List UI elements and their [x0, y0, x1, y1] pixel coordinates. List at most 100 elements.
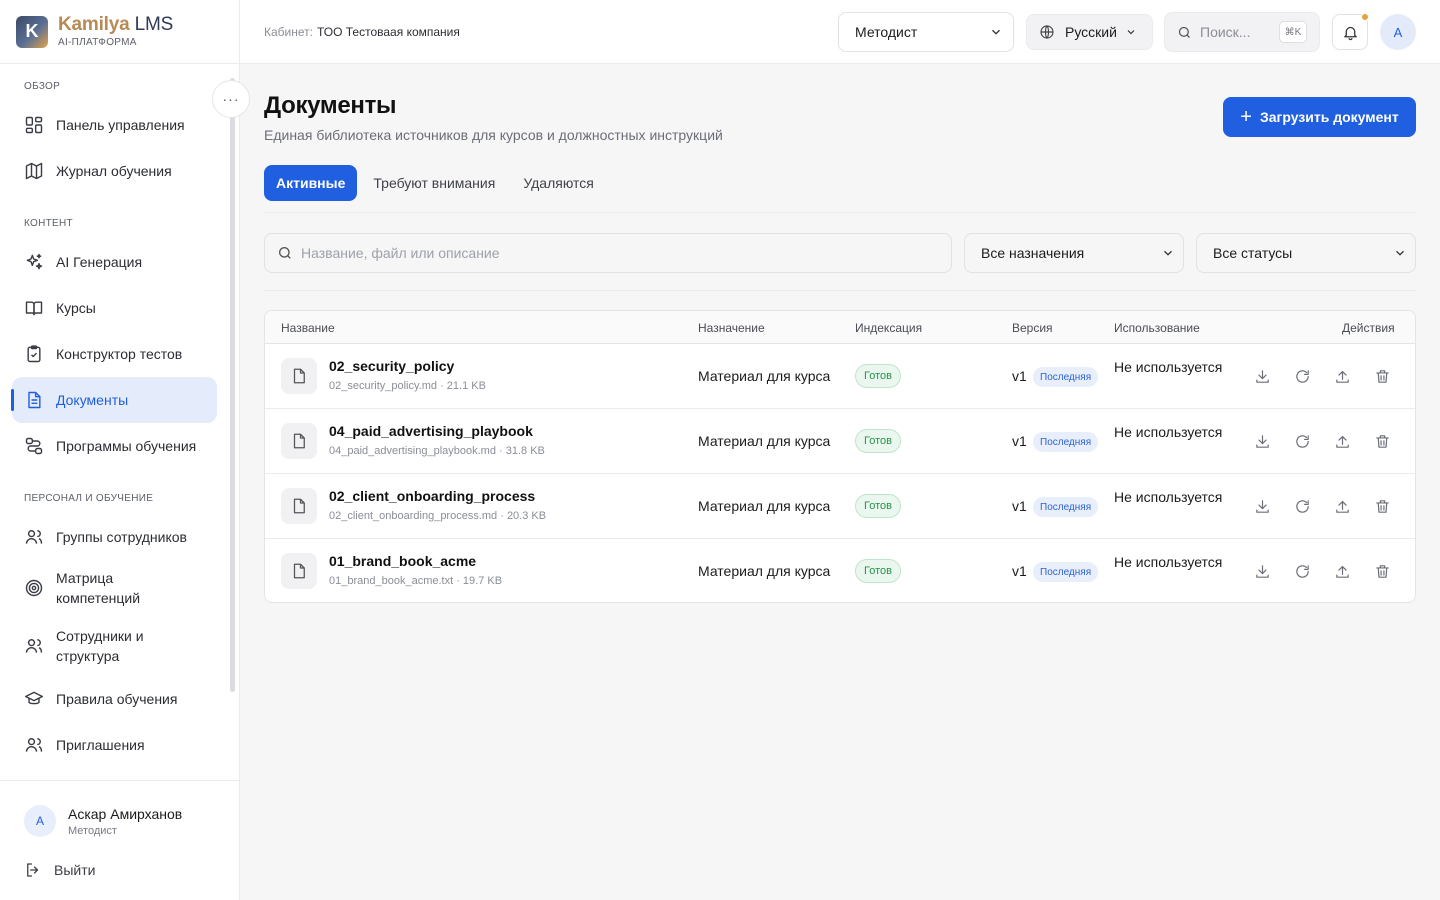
document-version: v1: [1012, 368, 1027, 384]
download-button[interactable]: [1252, 561, 1272, 581]
language-button[interactable]: Русский: [1026, 14, 1153, 50]
table-row[interactable]: 04_paid_advertising_playbook 04_paid_adve…: [265, 409, 1415, 474]
sidebar-item-invitations[interactable]: Приглашения: [12, 722, 217, 768]
sidebar-item-label: Правила обучения: [56, 691, 178, 707]
document-search-input[interactable]: [301, 245, 901, 261]
document-version: v1: [1012, 433, 1027, 449]
plus-icon: +: [1240, 106, 1252, 128]
graduation-cap-icon: [24, 691, 44, 705]
sidebar-item-test-builder[interactable]: Конструктор тестов: [12, 331, 217, 377]
chevron-down-icon: [1127, 30, 1135, 35]
document-icon: [28, 391, 41, 409]
sidebar-item-journal[interactable]: Журнал обучения: [12, 148, 217, 194]
logout-label: Выйти: [54, 862, 96, 878]
section-label-staff: Персонал и обучение: [24, 493, 154, 504]
upload-version-button[interactable]: [1332, 496, 1352, 516]
document-name[interactable]: 04_paid_advertising_playbook: [329, 423, 533, 439]
download-button[interactable]: [1252, 366, 1272, 386]
sidebar-item-programs[interactable]: Программы обучения: [12, 423, 217, 469]
globe-icon: [1040, 25, 1054, 39]
global-search[interactable]: Поиск... ⌘K: [1164, 12, 1320, 52]
search-shortcut: ⌘K: [1279, 21, 1307, 43]
sidebar-item-employees-structure[interactable]: Сотрудники и структура: [12, 621, 217, 671]
sidebar-item-documents[interactable]: Документы: [11, 377, 217, 423]
document-meta: 04_paid_advertising_playbook.md · 31.8 K…: [329, 445, 545, 457]
chevron-down-icon: [1164, 250, 1172, 256]
sidebar-item-employee-groups[interactable]: Группы сотрудников: [12, 514, 217, 560]
chevron-down-icon: [992, 29, 1000, 35]
user-profile[interactable]: А Аскар Амирханов Методист: [24, 805, 182, 837]
avatar[interactable]: А: [1380, 14, 1416, 50]
tab-needs-attention[interactable]: Требуют внимания: [361, 165, 507, 201]
map-icon: [25, 162, 43, 180]
upload-document-button[interactable]: + Загрузить документ: [1223, 97, 1416, 137]
file-icon: [281, 488, 317, 524]
sidebar-item-learning-rules[interactable]: Правила обучения: [12, 676, 217, 722]
document-meta: 01_brand_book_acme.txt · 19.7 KB: [329, 575, 503, 587]
tab-active[interactable]: Активные: [264, 165, 358, 201]
purpose-filter-select[interactable]: Все назначения: [964, 233, 1184, 273]
column-header-purpose[interactable]: Назначение: [698, 321, 765, 335]
reindex-button[interactable]: [1292, 366, 1312, 386]
column-header-name[interactable]: Название: [281, 321, 335, 335]
notification-dot: [1361, 13, 1369, 21]
clipboard-check-icon: [27, 345, 41, 363]
download-button[interactable]: [1252, 496, 1272, 516]
delete-button[interactable]: [1372, 496, 1392, 516]
sidebar-item-label: Документы: [56, 392, 129, 408]
tab-deleting[interactable]: Удаляются: [511, 165, 606, 201]
upload-version-button[interactable]: [1332, 431, 1352, 451]
upload-version-button[interactable]: [1332, 561, 1352, 581]
document-name[interactable]: 02_client_onboarding_process: [329, 488, 535, 504]
upload-version-button[interactable]: [1332, 366, 1352, 386]
user-role: Методист: [68, 824, 117, 837]
brand[interactable]: K Kamilya LMS AI-ПЛАТФОРМА: [0, 0, 239, 64]
document-tabs: Активные Требуют внимания Удаляются: [264, 165, 610, 201]
sidebar-item-label: Приглашения: [56, 737, 145, 753]
sidebar-item-label: Конструктор тестов: [56, 346, 183, 362]
sidebar-scrollbar[interactable]: [230, 78, 235, 692]
sidebar-item-dashboard[interactable]: Панель управления: [12, 102, 217, 148]
status-badge: Готов: [855, 559, 901, 583]
reindex-button[interactable]: [1292, 561, 1312, 581]
column-header-version[interactable]: Версия: [1012, 321, 1053, 335]
column-header-indexing[interactable]: Индексация: [855, 321, 922, 335]
download-button[interactable]: [1252, 431, 1272, 451]
document-usage: Не используется: [1114, 424, 1223, 440]
document-name[interactable]: 02_security_policy: [329, 358, 454, 374]
logout-icon: [27, 863, 39, 877]
column-header-actions: Действия: [1342, 321, 1395, 335]
refresh-icon: [1295, 434, 1309, 448]
avatar: А: [24, 805, 56, 837]
sidebar-item-competency-matrix[interactable]: Матрица компетенций: [12, 563, 217, 613]
document-name[interactable]: 01_brand_book_acme: [329, 553, 476, 569]
column-header-usage[interactable]: Использование: [1114, 321, 1200, 335]
delete-button[interactable]: [1372, 431, 1392, 451]
role-select[interactable]: Методист: [838, 12, 1014, 52]
document-meta: 02_security_policy.md · 21.1 KB: [329, 380, 486, 392]
refresh-icon: [1295, 499, 1309, 513]
sidebar-item-ai-generation[interactable]: AI Генерация: [12, 239, 217, 285]
sidebar-more-button[interactable]: ···: [212, 80, 250, 118]
route-icon: [25, 437, 43, 455]
logout-button[interactable]: Выйти: [24, 861, 95, 879]
sidebar-item-courses[interactable]: Курсы: [12, 285, 217, 331]
status-badge: Готов: [855, 364, 901, 388]
delete-button[interactable]: [1372, 561, 1392, 581]
sparkles-icon: [26, 253, 43, 270]
sidebar: K Kamilya LMS AI-ПЛАТФОРМА ··· Обзор Пан…: [0, 0, 250, 900]
reindex-button[interactable]: [1292, 496, 1312, 516]
notifications-button[interactable]: [1332, 13, 1369, 50]
table-row[interactable]: 01_brand_book_acme 01_brand_book_acme.txt…: [265, 539, 1415, 602]
table-row[interactable]: 02_security_policy 02_security_policy.md …: [265, 344, 1415, 409]
page-title: Документы: [264, 92, 397, 119]
delete-button[interactable]: [1372, 366, 1392, 386]
upload-icon: [1335, 565, 1349, 578]
table-row[interactable]: 02_client_onboarding_process 02_client_on…: [265, 474, 1415, 539]
reindex-button[interactable]: [1292, 431, 1312, 451]
status-filter-select[interactable]: Все статусы: [1196, 233, 1416, 273]
users-icon: [25, 530, 43, 544]
document-version: v1: [1012, 498, 1027, 514]
trash-icon: [1375, 499, 1389, 513]
sidebar-footer: А Аскар Амирханов Методист Выйти: [0, 780, 240, 900]
